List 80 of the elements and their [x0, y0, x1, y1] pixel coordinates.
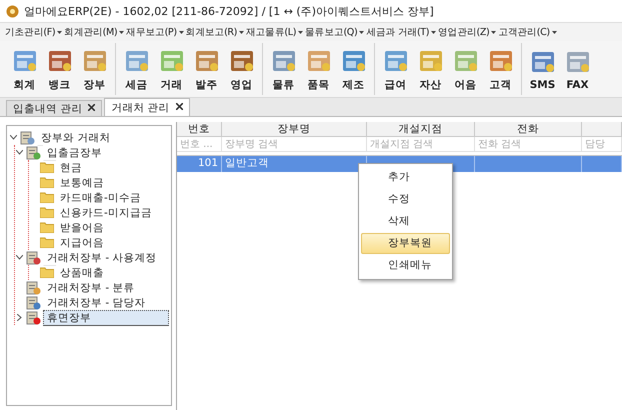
caret-icon [431, 30, 436, 34]
blocked-ledger-icon [26, 310, 41, 324]
tree-item[interactable]: 상품매출 [56, 264, 169, 280]
folder-icon [40, 177, 54, 188]
tree-item[interactable]: 현금 [56, 160, 169, 176]
toolbar-button[interactable]: 장부 [77, 43, 112, 95]
caret-icon [359, 30, 364, 34]
folder-icon [40, 237, 54, 248]
app-logo-icon [6, 4, 19, 18]
folder-icon [40, 162, 54, 173]
toolbar-button[interactable]: 거래 [154, 43, 189, 95]
ledger-icon [26, 146, 41, 160]
tree-item[interactable]: 거래처장부 - 담당자 [43, 294, 169, 310]
caret-icon [298, 30, 304, 34]
toolbar-button[interactable]: 물류 [266, 43, 301, 95]
menu-item[interactable]: 세금과 거래(T) [365, 26, 438, 38]
menu-item[interactable]: 기초관리(F) [4, 26, 64, 38]
tab[interactable]: 거래처 관리 [104, 98, 190, 116]
tree-item[interactable]: 신용카드-미지급금 [56, 204, 169, 220]
caret-icon [57, 30, 62, 34]
tree-item[interactable]: 거래처장부 - 사용계정 [43, 250, 169, 266]
column-header[interactable]: 장부명 [222, 122, 367, 137]
folder-icon [40, 192, 54, 203]
tree-item[interactable]: 입출금장부 [43, 144, 169, 160]
caret-icon [491, 30, 496, 34]
column-header[interactable]: 전화 [475, 122, 582, 137]
filter-field[interactable]: 장부명 검색 [222, 137, 367, 152]
filter-field[interactable]: 번호 ... [177, 137, 222, 152]
toolbar-button[interactable]: SMS [525, 43, 560, 95]
toolbar-button[interactable]: FAX [560, 43, 595, 95]
filter-field[interactable]: 담당 [582, 137, 622, 152]
menu-item[interactable]: 삭제 [361, 211, 450, 232]
close-icon[interactable] [176, 102, 183, 113]
toolbar-button[interactable]: 영업 [224, 43, 259, 95]
tree-item[interactable]: 보통예금 [56, 174, 169, 190]
filter-field[interactable]: 전화 검색 [475, 137, 582, 152]
tree-item[interactable]: 받을어음 [56, 220, 169, 236]
caret-icon [552, 30, 557, 34]
toolbar-button[interactable]: 뱅크 [42, 43, 77, 95]
menu-item[interactable]: 수정 [361, 189, 450, 210]
column-header[interactable]: 번호 [177, 122, 222, 137]
menu-item[interactable]: 영업관리(Z) [437, 26, 498, 38]
menu-item[interactable]: 장부복원 [361, 233, 450, 254]
toolbar-button[interactable]: 고객 [483, 43, 518, 95]
person-ledger-icon [26, 296, 41, 310]
close-icon[interactable] [88, 103, 96, 114]
caret-icon [119, 30, 124, 34]
folder-icon [40, 267, 54, 278]
filter-field[interactable]: 개설지점 검색 [367, 137, 475, 152]
toolbar-button[interactable]: 어음 [448, 43, 483, 95]
tree-item[interactable]: 지급어음 [56, 234, 169, 250]
table-cell: 일반고객 [222, 156, 367, 172]
menu-item[interactable]: 재고물류(L) [245, 26, 304, 38]
ledger-icon [26, 280, 41, 294]
folder-icon [40, 222, 54, 233]
toolbar-button[interactable]: 세금 [119, 43, 154, 95]
toolbar-button[interactable]: 급여 [378, 43, 413, 95]
folder-icon [40, 207, 54, 218]
caret-icon [178, 30, 184, 34]
ledger-icon [20, 130, 35, 144]
table-cell [582, 156, 622, 172]
ledger-icon [26, 250, 41, 264]
menu-item[interactable]: 인쇄메뉴 [361, 255, 450, 276]
tree-item[interactable]: 휴면장부 [43, 310, 169, 326]
menu-item[interactable]: 회계관리(M) [63, 26, 126, 38]
toolbar-button[interactable]: 자산 [413, 43, 448, 95]
toolbar-button[interactable]: 발주 [189, 43, 224, 95]
toolbar-button[interactable]: 회계 [7, 43, 42, 95]
tree-item[interactable]: 카드매출-미수금 [56, 190, 169, 206]
caret-icon [239, 30, 244, 34]
tab[interactable]: 입출내역 관리 [6, 100, 102, 116]
menu-item[interactable]: 고객관리(C) [497, 26, 558, 38]
toolbar-button[interactable]: 품목 [301, 43, 336, 95]
toolbar-button[interactable]: 제조 [336, 43, 371, 95]
table-cell: 101 [177, 156, 222, 172]
menu-item[interactable]: 재무보고(P) [125, 26, 185, 38]
column-header[interactable]: 개설지점 [367, 122, 475, 137]
menu-item[interactable]: 물류보고(Q) [304, 26, 366, 38]
window-title: 얼마에요ERP(2E) - 1602,02 [211-86-72092] / [1 ↔ (주)아이퀘스트서비스 장부] [24, 4, 434, 18]
menu-item[interactable]: 회계보고(R) [184, 26, 246, 38]
